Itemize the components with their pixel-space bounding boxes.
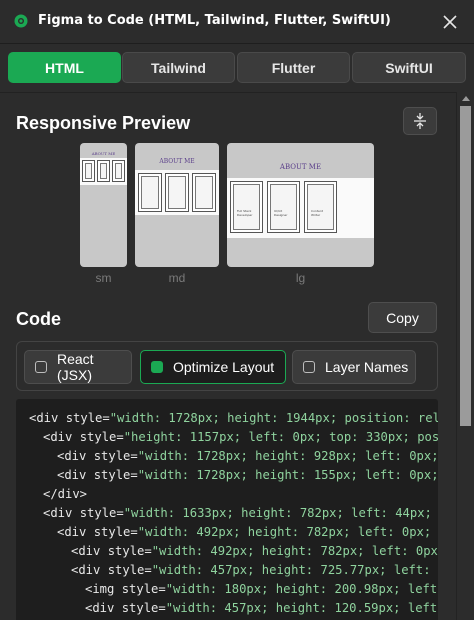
preview-md-card [138,173,162,212]
preview-lg-card-text: Full Stack Developer [237,209,253,217]
preview-sm-card [112,160,125,182]
code-line: <img style="width: 180px; height: 200.98… [85,582,438,596]
preview-lg-card-text: Content Writer [311,209,323,217]
code-heading: Code [16,309,61,329]
tab-flutter[interactable]: Flutter [237,52,350,83]
preview-md-title: ABOUT ME [159,158,195,165]
code-line: </div> [43,487,88,501]
preview-lg: ABOUT ME Full Stack Developer UI/UX Desi… [227,143,374,267]
scrollbar-thumb[interactable] [460,106,471,426]
option-optimize-layout[interactable]: Optimize Layout [140,350,286,384]
preview-sm-title: ABOUT ME [91,151,116,156]
scroll-up-arrow-icon[interactable] [462,96,470,101]
checkbox-icon [35,361,47,373]
language-tabs: HTML Tailwind Flutter SwiftUI [0,44,474,92]
code-line: <div style="width: 492px; height: 782px;… [57,525,438,539]
preview-lg-title: ABOUT ME [279,163,322,171]
checkbox-checked-icon [151,361,163,373]
copy-button[interactable]: Copy [368,302,437,333]
tab-tailwind[interactable]: Tailwind [122,52,235,83]
tab-html[interactable]: HTML [8,52,121,83]
preview-sm: ABOUT ME [80,143,127,267]
code-line: <div style="width: 1728px; height: 928px… [57,449,438,463]
preview-lg-card-text: UI/UX Designer [274,209,288,217]
code-line: <div style="width: 492px; height: 782px;… [71,544,438,558]
checkbox-icon [303,361,315,373]
preview-lg-card: UI/UX Designer [267,181,300,233]
vertical-scrollbar[interactable] [456,92,474,620]
title-bar: Figma to Code (HTML, Tailwind, Flutter, … [0,0,474,44]
close-icon[interactable] [442,14,458,30]
tab-swiftui[interactable]: SwiftUI [352,52,466,83]
code-line: <div style="width: 457px; height: 120.59… [85,601,438,615]
responsive-preview-heading: Responsive Preview [16,113,191,133]
preview-lg-card: Content Writer [304,181,337,233]
preview-md-label: md [168,271,186,285]
code-line: <div style="width: 1728px; height: 155px… [57,468,438,482]
collapse-icon [414,113,426,129]
code-line: <div style="width: 1633px; height: 782px… [43,506,438,520]
plugin-icon [14,14,28,28]
code-options: React (JSX) Optimize Layout Layer Names [16,341,438,391]
preview-sm-label: sm [95,271,112,285]
code-output[interactable]: <div style="width: 1728px; height: 1944p… [16,399,438,620]
preview-lg-card: Full Stack Developer [230,181,263,233]
preview-md-card [165,173,189,212]
preview-md-card [192,173,216,212]
preview-md: ABOUT ME [135,143,219,267]
option-layer-names[interactable]: Layer Names [292,350,416,384]
preview-lg-label: lg [295,271,306,285]
window-title: Figma to Code (HTML, Tailwind, Flutter, … [38,13,391,28]
code-line: <div style="width: 1728px; height: 1944p… [29,411,438,425]
preview-sm-card [97,160,110,182]
collapse-preview-button[interactable] [403,107,437,135]
code-line: <div style="height: 1157px; left: 0px; t… [43,430,438,444]
code-line: <div style="width: 457px; height: 725.77… [71,563,438,577]
option-react-jsx[interactable]: React (JSX) [24,350,132,384]
main-content: Responsive Preview ABOUT ME sm ABOUT ME … [0,92,456,620]
preview-sm-card [82,160,95,182]
